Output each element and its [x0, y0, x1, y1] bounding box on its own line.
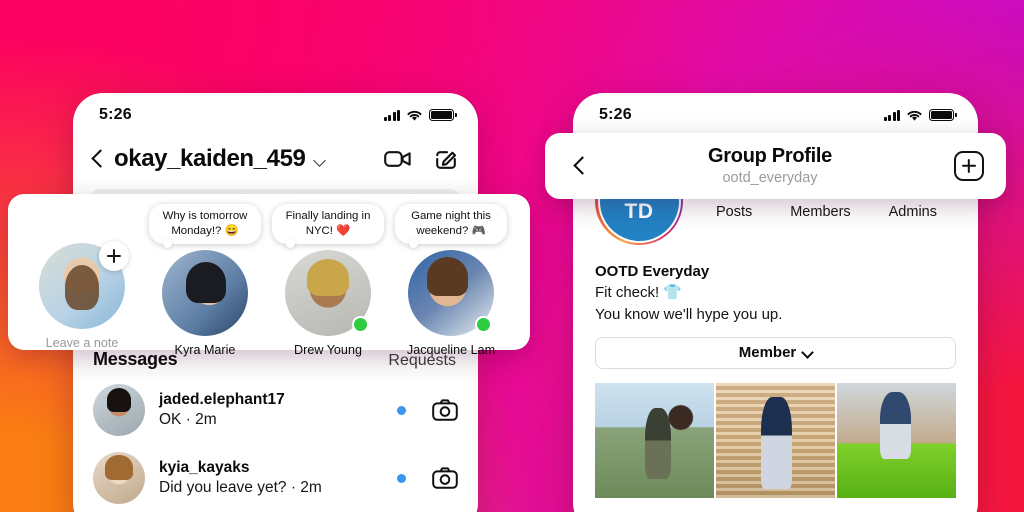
- message-text: kyia_kayaks Did you leave yet? · 2m: [159, 458, 383, 499]
- grid-photo-2[interactable]: [716, 382, 835, 498]
- wifi-icon: [407, 110, 422, 121]
- wifi-icon: [907, 110, 922, 121]
- messages-section: Messages Requests jaded.elephant17 OK · …: [73, 347, 478, 512]
- messages-header: Messages Requests: [91, 347, 460, 376]
- status-indicators: [383, 109, 457, 122]
- note-avatar-wrap: [39, 241, 129, 329]
- status-indicators: [883, 109, 957, 122]
- camera-icon[interactable]: [432, 399, 458, 421]
- status-time: 5:26: [599, 106, 632, 123]
- right-status-bar: 5:26: [573, 93, 978, 131]
- chevron-down-icon[interactable]: [315, 156, 326, 167]
- member-button-label: Member: [738, 344, 797, 362]
- status-time: 5:26: [99, 106, 132, 123]
- note-item-kyra-marie[interactable]: Why is tomorrow Monday!? 😄 Kyra Marie: [145, 204, 265, 357]
- message-username: kyia_kayaks: [159, 458, 250, 476]
- message-username: jaded.elephant17: [159, 390, 285, 408]
- avatar-line-2: TD: [624, 200, 654, 223]
- message-preview: OK · 2m: [159, 411, 217, 428]
- grid-photo-1[interactable]: [595, 382, 714, 498]
- note-item-leave-a-note[interactable]: Leave a note: [22, 204, 142, 350]
- group-profile-header-card: Group Profile ootd_everyday: [545, 133, 1006, 199]
- note-avatar-wrap: [285, 250, 371, 336]
- notes-card: Leave a note Why is tomorrow Monday!? 😄 …: [8, 194, 530, 357]
- page-subtitle: ootd_everyday: [722, 169, 818, 186]
- message-text: jaded.elephant17 OK · 2m: [159, 390, 383, 431]
- video-camera-icon[interactable]: [384, 149, 412, 169]
- stat-label: Admins: [888, 204, 937, 221]
- grid-photo-3[interactable]: [837, 382, 956, 498]
- table-row[interactable]: jaded.elephant17 OK · 2m: [91, 376, 460, 444]
- cellular-signal-icon: [883, 109, 900, 121]
- online-status-dot: [475, 316, 492, 333]
- group-profile-title-block: Group Profile ootd_everyday: [586, 145, 954, 187]
- note-item-drew-young[interactable]: Finally landing in NYC! ❤️ Drew Young: [268, 204, 388, 357]
- avatar: [162, 250, 248, 336]
- note-item-jacqueline-lam[interactable]: Game night this weekend? 🎮 Jacqueline La…: [391, 204, 511, 357]
- cellular-signal-icon: [383, 109, 400, 121]
- group-display-name: OOTD Everyday: [595, 263, 710, 280]
- avatar: [93, 452, 145, 504]
- dm-header: okay_kaiden_459: [73, 131, 478, 183]
- back-chevron-icon[interactable]: [573, 155, 586, 177]
- member-button[interactable]: Member: [595, 336, 956, 369]
- chevron-down-icon: [803, 348, 812, 357]
- photo-grid: [595, 382, 956, 498]
- unread-dot: [397, 405, 406, 415]
- plus-icon[interactable]: [99, 241, 129, 271]
- avatar: [93, 384, 145, 436]
- note-bubble[interactable]: Why is tomorrow Monday!? 😄: [149, 204, 261, 248]
- dm-username[interactable]: okay_kaiden_459: [114, 145, 306, 173]
- battery-icon: [429, 109, 457, 121]
- note-bubble[interactable]: Finally landing in NYC! ❤️: [272, 204, 384, 248]
- bio-line-2: You know we'll hype you up.: [595, 305, 783, 323]
- page-title: Group Profile: [708, 145, 832, 168]
- plus-square-icon[interactable]: [954, 151, 984, 181]
- left-status-bar: 5:26: [73, 93, 478, 131]
- online-status-dot: [352, 316, 369, 333]
- battery-icon: [929, 109, 957, 121]
- note-label: Jacqueline Lam: [406, 343, 496, 357]
- note-label: Drew Young: [294, 343, 362, 357]
- note-bubble[interactable]: Game night this weekend? 🎮: [395, 204, 507, 248]
- messages-title: Messages: [93, 349, 178, 369]
- compose-icon[interactable]: [434, 147, 458, 171]
- note-label: Kyra Marie: [174, 343, 236, 357]
- unread-dot: [397, 473, 406, 483]
- camera-icon[interactable]: [432, 467, 458, 489]
- note-avatar-wrap: [162, 250, 248, 336]
- back-chevron-icon[interactable]: [91, 148, 104, 170]
- note-avatar-wrap: [408, 250, 494, 336]
- dm-header-actions: [384, 147, 458, 171]
- message-preview: Did you leave yet? · 2m: [159, 479, 322, 496]
- note-label: Leave a note: [45, 336, 119, 350]
- stat-label: Posts: [715, 204, 753, 221]
- table-row[interactable]: kyia_kayaks Did you leave yet? · 2m: [91, 444, 460, 512]
- bio-line-1: Fit check! 👕: [595, 284, 683, 302]
- group-bio: OOTD Everyday Fit check! 👕 You know we'l…: [595, 261, 956, 325]
- stat-label: Members: [790, 204, 851, 221]
